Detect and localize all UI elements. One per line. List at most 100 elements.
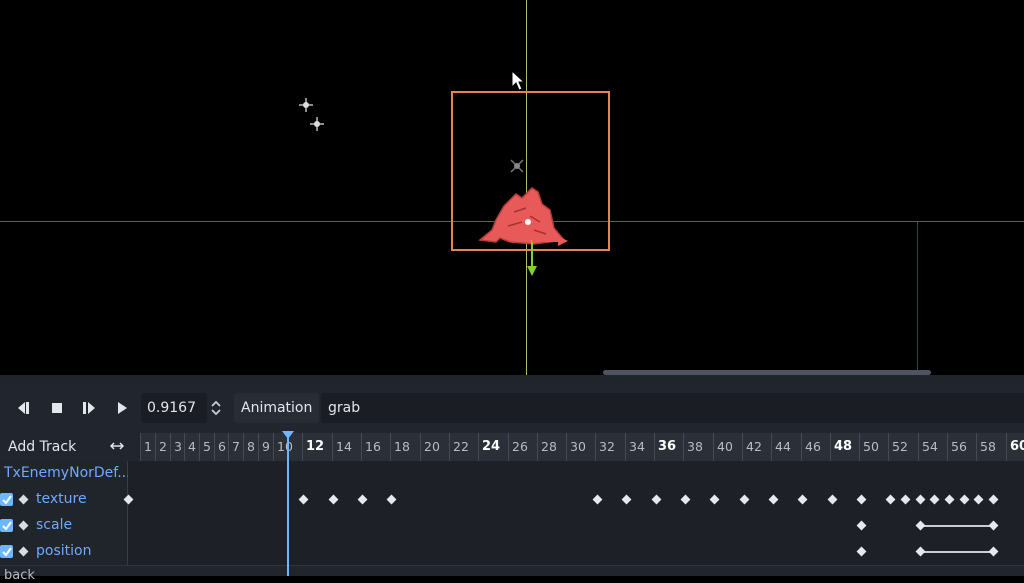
add-track-label: Add Track [8,439,77,455]
timeline-tick-label: 56 [947,433,967,461]
timeline-tick-label: 20 [420,433,440,461]
timeline-tick-label: 32 [595,433,615,461]
timeline-tick-label: 6 [214,433,226,461]
timeline-tick-label: 46 [801,433,821,461]
keyframe[interactable] [592,494,603,505]
track-row-position[interactable]: position [0,539,1024,566]
keyframe[interactable] [988,546,999,557]
timeline-ruler[interactable]: 1 2 3 4 5 6 7 8 9 10 12 14 16 18 20 22 24 26 28 30 32 34 36 38 4… [140,433,1024,461]
keyframe[interactable] [856,520,867,531]
timeline-tick-label: 60 [1006,433,1024,461]
node-position-marker[interactable] [309,116,325,132]
track-enable-checkbox[interactable] [0,545,13,558]
timeline-tick-label: 48 [830,433,852,461]
keyframe[interactable] [988,494,999,505]
panel-split-handle[interactable] [0,375,1024,383]
play-from-start-button[interactable] [79,399,99,417]
add-track-button[interactable]: Add Track [8,439,76,455]
keyframe[interactable] [827,494,838,505]
timeline-tick-label: 50 [859,433,879,461]
keyframe[interactable] [915,546,926,557]
keyframe[interactable] [328,494,339,505]
timeline-tick-label: 30 [566,433,586,461]
timeline-tick-label: 40 [713,433,733,461]
playhead-handle[interactable] [282,431,294,439]
track-enable-checkbox[interactable] [0,519,13,532]
keyframe[interactable] [973,494,984,505]
keyframe[interactable] [298,494,309,505]
node-position-marker[interactable] [298,97,314,113]
timeline-tick-label: 1 [140,433,152,461]
keyframe[interactable] [357,494,368,505]
keyframe[interactable] [680,494,691,505]
time-input[interactable]: 0.9167 [141,393,207,423]
stop-button[interactable] [47,399,67,417]
keyframe[interactable] [651,494,662,505]
node-path: TxEnemyNorDef... [4,465,131,481]
keyframe[interactable] [709,494,720,505]
stop-icon [52,403,62,413]
keyframe[interactable] [739,494,750,505]
timeline-tick-label: 34 [625,433,645,461]
track-enable-checkbox[interactable] [0,493,13,506]
keyframe[interactable] [797,494,808,505]
animation-selector[interactable]: grab [321,393,1024,423]
timeline-tick-label: 7 [228,433,240,461]
timeline-tick-label: 3 [170,433,182,461]
timeline-tick-label: 54 [918,433,938,461]
resize-horizontal-icon [109,442,125,450]
viewport-boundary-guide [917,222,918,372]
keyframe[interactable] [988,520,999,531]
keyframe[interactable] [944,494,955,505]
keyframe-interpolation-line [920,525,993,527]
track-row-texture[interactable]: texture [0,487,1024,514]
mouse-cursor-icon [511,70,525,91]
timeline-tick-label: 4 [184,433,196,461]
timeline-tick-label: 18 [390,433,410,461]
keyframe[interactable] [900,494,911,505]
timeline-tick-label: 38 [683,433,703,461]
timeline-tick-label: 42 [742,433,762,461]
play-icon [118,402,127,414]
timeline-tick-label: 2 [155,433,167,461]
keyframe[interactable] [856,546,867,557]
animation-menu-button[interactable]: Animation [234,393,320,423]
timeline-tick-label: 12 [302,433,324,461]
play-button[interactable] [112,399,132,417]
playhead[interactable] [287,432,289,576]
time-spinner[interactable] [206,393,226,423]
keyframe[interactable] [768,494,779,505]
timeline-tick-label: 44 [771,433,791,461]
track-name: position [36,543,92,559]
keyframe[interactable] [621,494,632,505]
keyframe[interactable] [929,494,940,505]
timeline-tick-label: 58 [976,433,996,461]
play-from-start-icon [83,402,95,414]
transform-gizmo-icon[interactable] [520,234,574,278]
keyframe[interactable] [915,494,926,505]
track-row-scale[interactable]: scale [0,513,1024,540]
track-type-icon [18,494,29,505]
play-backwards-from-end-icon [18,402,29,414]
timeline-tick-label: 24 [478,433,500,461]
checkmark-icon [2,495,12,505]
keyframe[interactable] [915,520,926,531]
keyframe[interactable] [959,494,970,505]
timeline-tick-label: 16 [361,433,381,461]
keyframe[interactable] [386,494,397,505]
canvas-viewport[interactable] [0,0,1024,375]
timeline-tick-label: 5 [199,433,211,461]
play-backwards-from-end-button[interactable] [14,399,34,417]
timeline-tick-label: 22 [449,433,469,461]
track-name: texture [36,491,87,507]
track-type-icon [18,520,29,531]
keyframe[interactable] [885,494,896,505]
timeline-tick-label: 36 [654,433,676,461]
track-type-icon [18,546,29,557]
expand-track-names-button[interactable] [109,440,125,456]
track-name: scale [36,517,73,533]
timeline-tick-label: 52 [888,433,908,461]
keyframe[interactable] [856,494,867,505]
keyframe-interpolation-line [920,551,993,553]
timeline-tick-label: 26 [508,433,528,461]
